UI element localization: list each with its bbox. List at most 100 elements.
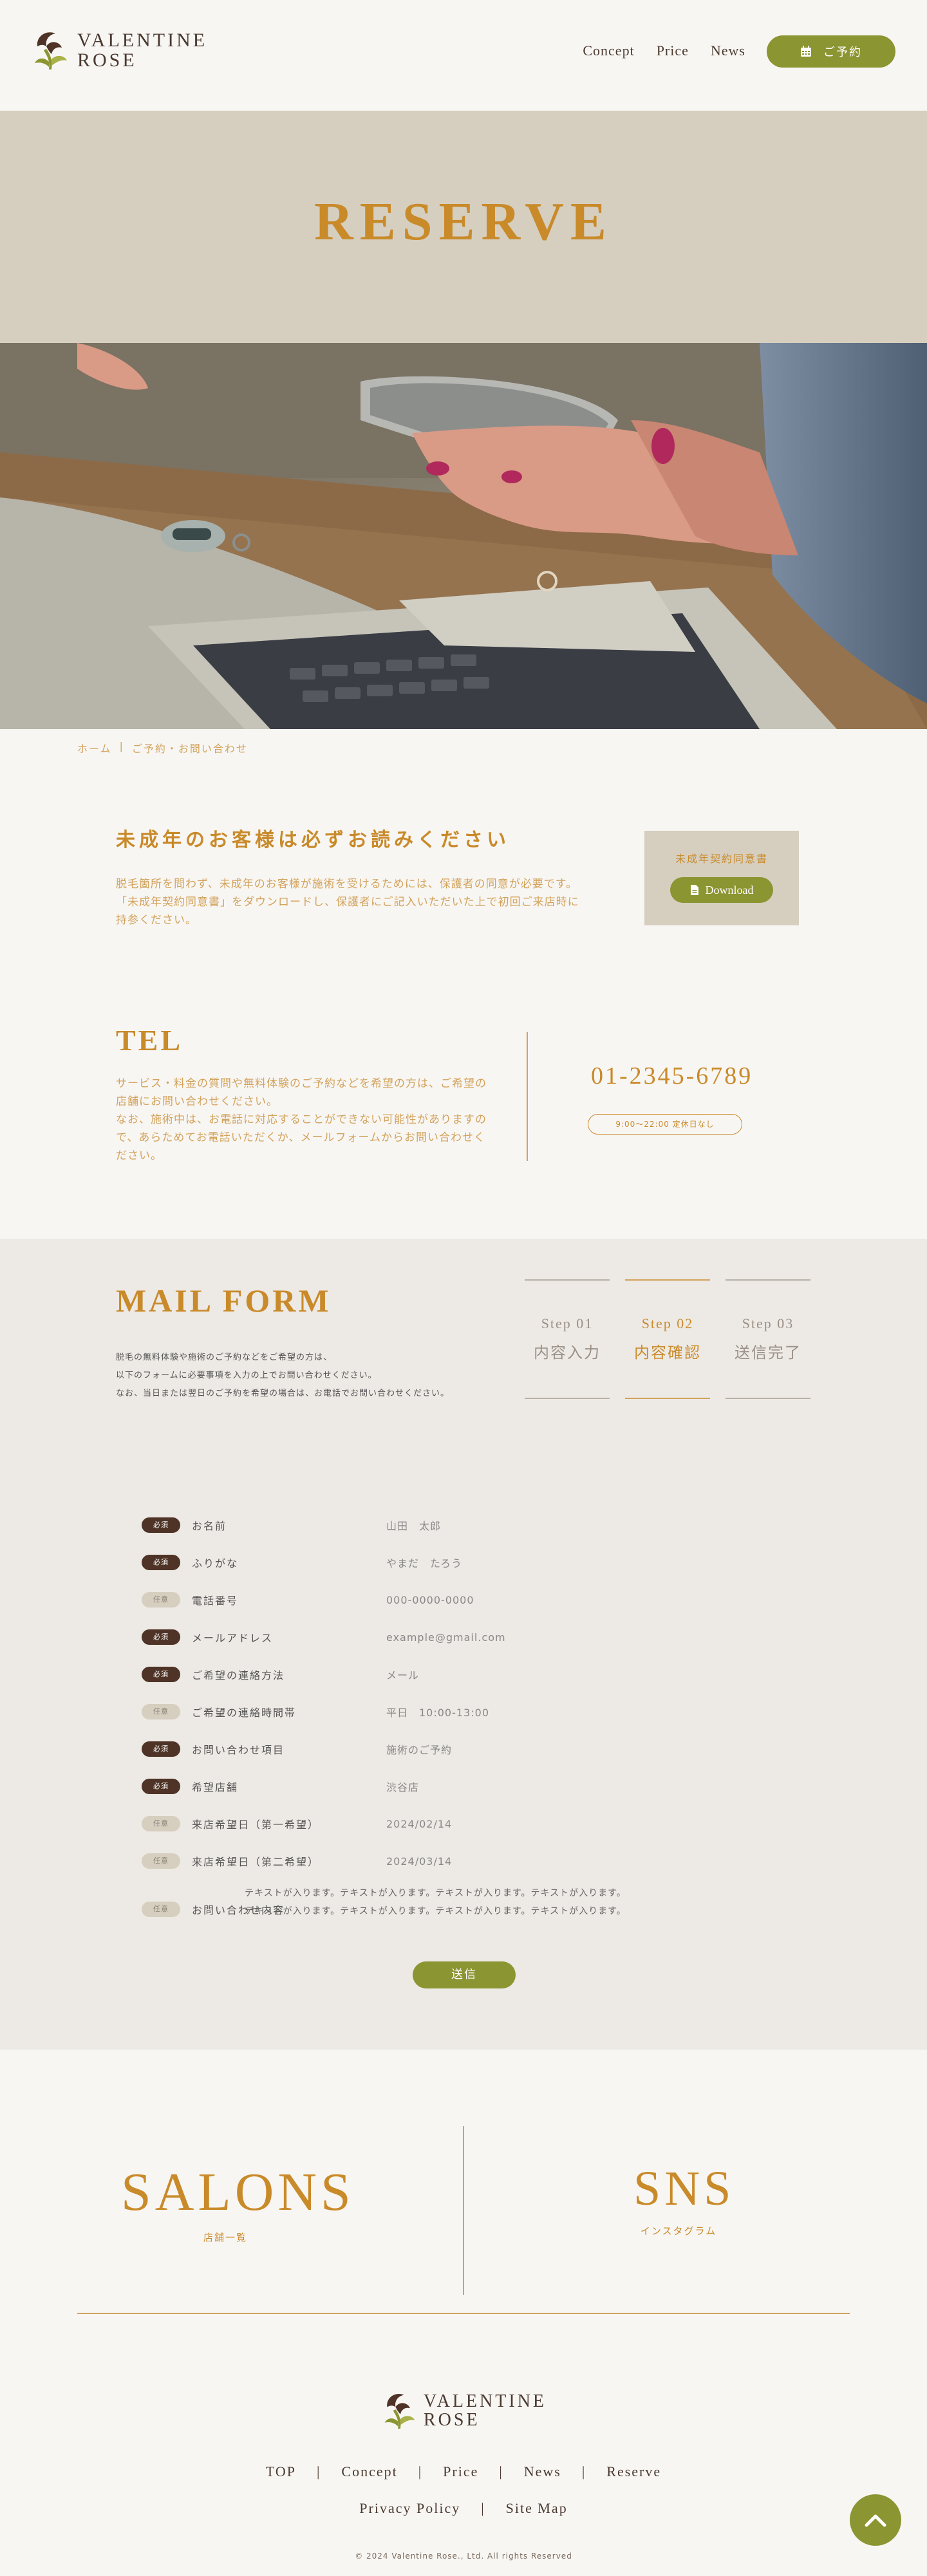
field-label: お名前 — [192, 1520, 227, 1532]
form-row-contact-method: 必須 ご希望の連絡方法 メール — [142, 1662, 785, 1687]
download-label: 未成年契約同意書 — [675, 853, 768, 865]
field-label: お問い合わせ項目 — [192, 1744, 285, 1756]
footer-nav-top[interactable]: TOP — [266, 2463, 296, 2479]
tel-hours: 9:00～22:00 定休日なし — [588, 1114, 742, 1135]
hero-photo — [0, 343, 927, 729]
contact-time-value: 平日 10:00-13:00 — [386, 1707, 489, 1719]
notice-text-1: 脱毛箇所を問わず、未成年のお客様が施術を受けるためには、保護者の同意が必要です。 — [116, 878, 578, 891]
footer-nav-news[interactable]: News — [524, 2463, 561, 2479]
copyright: © 2024 Valentine Rose., Ltd. All rights … — [355, 2552, 572, 2561]
step-3-label: 送信完了 — [735, 1344, 801, 1362]
footer-nav-privacy[interactable]: Privacy Policy — [359, 2500, 460, 2516]
salon-value: 渋谷店 — [386, 1781, 420, 1793]
field-label: ご希望の連絡方法 — [192, 1669, 285, 1682]
required-badge: 必須 — [142, 1741, 180, 1757]
required-badge: 必須 — [142, 1517, 180, 1533]
message-value: テキストが入ります。テキストが入ります。テキストが入ります。テキストが入ります。… — [245, 1888, 626, 1916]
form-row-kana: 必須 ふりがな やまだ たろう — [142, 1550, 785, 1575]
tel-divider — [527, 1032, 528, 1161]
field-label: 電話番号 — [192, 1595, 239, 1607]
footer-logo-line1: VALENTINE — [424, 2391, 547, 2411]
optional-badge: 任意 — [142, 1816, 180, 1831]
sns-subtitle: インスタグラム — [640, 2225, 717, 2237]
date-first-value: 2024/02/14 — [386, 1817, 453, 1830]
download-button-label: Download — [705, 883, 754, 896]
rose-logo-icon — [35, 32, 67, 69]
page-top-button[interactable] — [850, 2494, 901, 2546]
rose-logo-icon — [384, 2394, 415, 2429]
site-header: VALENTINE ROSE Concept Price News ご予約 — [0, 0, 927, 111]
form-row-inquiry-type: 必須 お問い合わせ項目 施術のご予約 — [142, 1736, 785, 1762]
tel-number[interactable]: 01-2345-6789 — [591, 1062, 753, 1090]
sns-title[interactable]: SNS — [633, 2161, 735, 2217]
inquiry-type-value: 施術のご予約 — [386, 1744, 453, 1756]
tel-text: サービス・料金の質問や無料体験のご予約などを希望の方は、ご希望の店舗にお問い合わ… — [116, 1075, 489, 1165]
hero-photo-illustration — [0, 343, 927, 729]
form-row-email: 必須 メールアドレス example@gmail.com — [142, 1624, 785, 1650]
file-icon — [690, 885, 698, 895]
breadcrumb-separator: | — [119, 740, 124, 752]
optional-badge: 任意 — [142, 1853, 180, 1869]
mail-intro-line-1: 脱毛の無料体験や施術のご予約などをご希望の方は、 — [116, 1353, 333, 1362]
footer-nav-concept[interactable]: Concept — [341, 2463, 397, 2479]
step-1: Step 01 内容入力 — [525, 1279, 610, 1399]
field-label: ふりがな — [192, 1557, 239, 1570]
header-reserve-button[interactable]: ご予約 — [767, 35, 895, 68]
footer-nav-price[interactable]: Price — [443, 2463, 478, 2479]
tel-title: TEL — [116, 1024, 183, 1057]
field-label: メールアドレス — [192, 1632, 274, 1644]
breadcrumb-current: ご予約・お問い合わせ — [131, 743, 248, 755]
footer-nav: TOP | Concept | Price | News | Reserve — [265, 2463, 662, 2479]
contact-method-value: メール — [386, 1669, 420, 1682]
nav-price[interactable]: Price — [657, 42, 689, 59]
submit-button[interactable]: 送信 — [413, 1961, 516, 1988]
step-2: Step 02 内容確認 — [625, 1279, 710, 1399]
form-row-name: 必須 お名前 山田 太郎 — [142, 1512, 785, 1538]
breadcrumb: ホーム | ご予約・お問い合わせ — [77, 740, 248, 755]
step-1-number: Step 01 — [541, 1315, 594, 1331]
required-badge: 必須 — [142, 1667, 180, 1682]
salons-subtitle: 店舗一覧 — [203, 2232, 247, 2243]
calendar-icon — [801, 46, 811, 57]
mail-intro-line-3: なお、当日または翌日のご予約を希望の場合は、お電話でお問い合わせください。 — [116, 1389, 450, 1398]
field-label: 希望店舗 — [192, 1781, 239, 1793]
logo-line2: ROSE — [77, 50, 137, 71]
step-3: Step 03 送信完了 — [726, 1279, 810, 1399]
chevron-up-icon — [865, 2514, 886, 2527]
field-label: 来店希望日（第二希望） — [192, 1856, 320, 1868]
notice-text: 脱毛箇所を問わず、未成年のお客様が施術を受けるためには、保護者の同意が必要です。… — [116, 875, 579, 929]
optional-badge: 任意 — [142, 1592, 180, 1608]
footer-logo-line2: ROSE — [424, 2410, 480, 2430]
footer-nav-sitemap[interactable]: Site Map — [506, 2500, 568, 2516]
required-badge: 必須 — [142, 1629, 180, 1645]
footer-nav-reserve[interactable]: Reserve — [606, 2463, 661, 2479]
nav-news[interactable]: News — [711, 42, 745, 59]
name-value: 山田 太郎 — [386, 1520, 442, 1532]
required-badge: 必須 — [142, 1779, 180, 1794]
nav-concept[interactable]: Concept — [583, 42, 634, 59]
breadcrumb-home[interactable]: ホーム — [77, 740, 112, 755]
optional-badge: 任意 — [142, 1902, 180, 1917]
footer-logo[interactable]: VALENTINE ROSE — [381, 2389, 547, 2432]
optional-badge: 任意 — [142, 1704, 180, 1719]
main-nav: Concept Price News — [583, 42, 745, 59]
step-1-label: 内容入力 — [534, 1344, 601, 1362]
salons-sns-divider — [463, 2126, 464, 2295]
phone-value: 000-0000-0000 — [386, 1593, 474, 1606]
download-button[interactable]: Download — [670, 877, 773, 903]
date-second-value: 2024/03/14 — [386, 1855, 453, 1867]
kana-value: やまだ たろう — [386, 1557, 463, 1570]
form-row-date-second: 任意 来店希望日（第二希望） 2024/03/14 — [142, 1848, 785, 1874]
field-label: ご希望の連絡時間帯 — [192, 1707, 297, 1719]
footer-nav-secondary: Privacy Policy | Site Map — [359, 2500, 568, 2516]
form-row-salon: 必須 希望店舗 渋谷店 — [142, 1774, 785, 1799]
mail-form-title: MAIL FORM — [116, 1283, 332, 1319]
form-row-contact-time: 任意 ご希望の連絡時間帯 平日 10:00-13:00 — [142, 1699, 785, 1725]
footer-divider — [77, 2313, 850, 2314]
logo[interactable]: VALENTINE ROSE — [31, 27, 207, 73]
notice-title: 未成年のお客様は必ずお読みください — [116, 829, 510, 851]
salons-title[interactable]: SALONS — [121, 2161, 355, 2223]
notice-text-2: 「未成年契約同意書」をダウンロードし、保護者にご記入いただいた上で初回ご来店時に… — [116, 896, 579, 927]
required-badge: 必須 — [142, 1555, 180, 1570]
form-row-phone: 任意 電話番号 000-0000-0000 — [142, 1587, 785, 1613]
